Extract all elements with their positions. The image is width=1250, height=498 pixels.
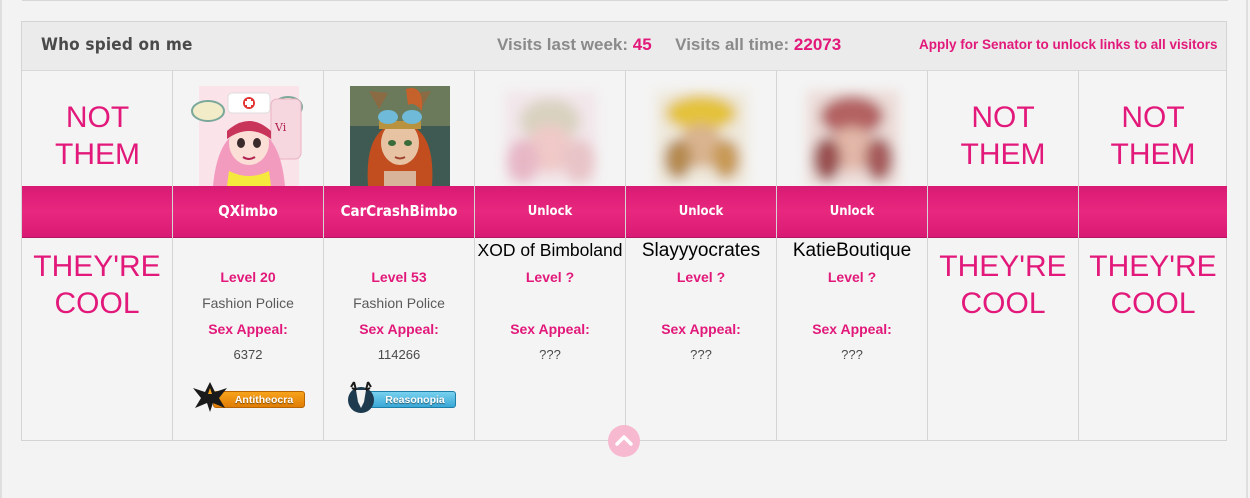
- visitor-level: Level ?: [525, 269, 575, 285]
- visitor-name: XOD of Bimboland: [477, 240, 623, 260]
- panel-title: Who spied on me: [41, 35, 193, 55]
- blurred-avatar: [777, 71, 927, 186]
- chevron-up-icon: [615, 435, 633, 446]
- blurred-avatar: [475, 71, 625, 186]
- not-them-text: NOT THEM: [1110, 101, 1196, 171]
- sex-appeal-label: Sex Appeal:: [359, 321, 439, 337]
- svg-text:Vi: Vi: [274, 121, 287, 134]
- apply-senator-link[interactable]: Apply for Senator to unlock links to all…: [919, 37, 1218, 52]
- faction-badge[interactable]: Antitheocra: [191, 378, 307, 414]
- sex-appeal-value: 114266: [377, 347, 421, 362]
- visitors-header: Who spied on me Visits last week: 45 Vis…: [22, 22, 1226, 71]
- sex-appeal-value: ???: [690, 347, 712, 362]
- visitor-name: Slayyyocrates: [641, 240, 761, 261]
- visitor-slot-placeholder: NOT THEM THEY'RE COOL: [1079, 71, 1227, 441]
- not-them-text: NOT THEM: [960, 101, 1046, 171]
- locked-visitor-card: Unlock XOD of Bimboland Level ? Sex Appe…: [475, 71, 626, 441]
- name-band: [1079, 186, 1227, 238]
- visitor-level: Level ?: [827, 269, 877, 285]
- theyre-cool-text: THEY'RE COOL: [1089, 250, 1217, 320]
- visits-all-value: 22073: [793, 35, 842, 54]
- visitor-slot-placeholder: NOT THEM THEY'RE COOL: [928, 71, 1079, 441]
- frame-border-left: [0, 0, 2, 498]
- sex-appeal-label: Sex Appeal:: [208, 321, 288, 337]
- visit-stats: Visits last week: 45 Visits all time: 22…: [497, 35, 841, 55]
- visitor-grid: NOT THEM THEY'RE COOL Vi QXimbo Level 20…: [22, 71, 1227, 441]
- top-divider: [22, 0, 1228, 1]
- not-them-text: NOT THEM: [55, 101, 140, 171]
- visits-week-value: 45: [632, 35, 652, 54]
- visitor-card: CarCrashBimbo Level 53 Fashion Police Se…: [324, 71, 475, 441]
- sex-appeal-label: Sex Appeal:: [510, 321, 590, 337]
- locked-visitor-card: Unlock KatieBoutique Level ? Sex Appeal:…: [777, 71, 928, 441]
- visitors-panel: Who spied on me Visits last week: 45 Vis…: [21, 21, 1227, 441]
- name-band: [928, 186, 1078, 238]
- sex-appeal-value: ???: [841, 347, 863, 362]
- stag-emblem-icon: [348, 381, 374, 413]
- visitor-name-link[interactable]: QXimbo: [173, 186, 323, 237]
- sex-appeal-value: ???: [539, 347, 561, 362]
- visits-week-label: Visits last week:: [497, 35, 629, 54]
- theyre-cool-text: THEY'RE COOL: [33, 250, 161, 320]
- name-band: [22, 186, 172, 238]
- unlock-button[interactable]: Unlock: [626, 186, 776, 237]
- visitor-rank: Fashion Police: [202, 295, 294, 311]
- eagle-emblem-icon: [193, 382, 227, 412]
- avatar[interactable]: [324, 71, 474, 186]
- sex-appeal-label: Sex Appeal:: [812, 321, 892, 337]
- sex-appeal-label: Sex Appeal:: [661, 321, 741, 337]
- visitor-slot-placeholder: NOT THEM THEY'RE COOL: [22, 71, 173, 441]
- visits-all-label: Visits all time:: [675, 35, 790, 54]
- visitor-level: Level 53: [371, 269, 427, 285]
- unlock-button[interactable]: Unlock: [777, 186, 927, 237]
- avatar[interactable]: Vi: [173, 71, 323, 186]
- scroll-up-button[interactable]: [608, 425, 640, 457]
- unlock-button[interactable]: Unlock: [475, 186, 625, 237]
- sex-appeal-value: 6372: [233, 347, 263, 362]
- faction-badge[interactable]: Reasonopia: [342, 378, 458, 414]
- visitor-card: Vi QXimbo Level 20 Fashion Police Sex Ap…: [173, 71, 324, 441]
- blurred-avatar: [626, 71, 776, 186]
- visitor-name: KatieBoutique: [792, 240, 912, 261]
- visitor-level: Level ?: [676, 269, 726, 285]
- visitor-rank: Fashion Police: [353, 295, 445, 311]
- visitor-name-link[interactable]: CarCrashBimbo: [324, 186, 474, 237]
- frame-border-right: [1246, 0, 1248, 498]
- visitor-level: Level 20: [220, 269, 276, 285]
- locked-visitor-card: Unlock Slayyyocrates Level ? Sex Appeal:…: [626, 71, 777, 441]
- theyre-cool-text: THEY'RE COOL: [939, 250, 1067, 320]
